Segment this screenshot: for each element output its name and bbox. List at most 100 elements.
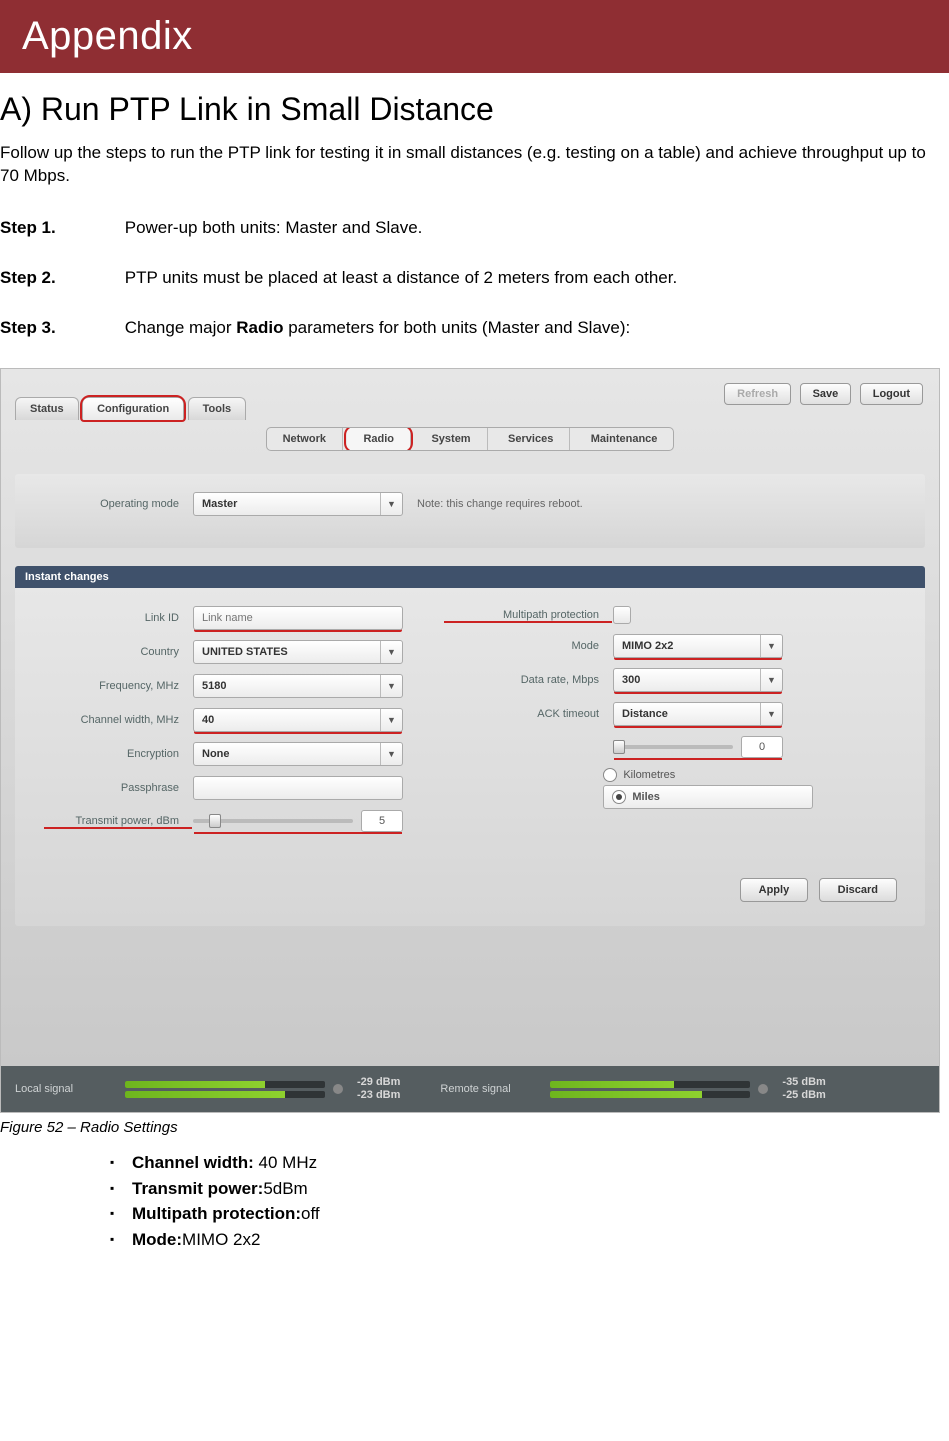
data-rate-label: Data rate, Mbps xyxy=(443,674,613,686)
remote-signal-values: -35 dBm -25 dBm xyxy=(782,1076,825,1102)
remote-signal-b: -25 dBm xyxy=(782,1089,825,1102)
step-1: Step 1. Power-up both units: Master and … xyxy=(0,218,949,238)
data-rate-value: 300 xyxy=(622,674,640,686)
param-multipath: Multipath protection:off xyxy=(110,1201,949,1227)
local-signal-label: Local signal xyxy=(15,1083,125,1095)
frequency-label: Frequency, MHz xyxy=(43,680,193,692)
subtab-network[interactable]: Network xyxy=(267,428,343,450)
remote-signal-label: Remote signal xyxy=(440,1083,550,1095)
units-km-label: Kilometres xyxy=(623,769,675,781)
operating-mode-value: Master xyxy=(202,498,237,510)
tab-tools[interactable]: Tools xyxy=(188,397,247,420)
transmit-power-label: Transmit power, dBm xyxy=(43,815,193,827)
frequency-select[interactable]: 5180▼ xyxy=(193,674,403,698)
local-signal-led xyxy=(333,1084,343,1094)
link-id-label: Link ID xyxy=(43,612,193,624)
operating-mode-note: Note: this change requires reboot. xyxy=(417,498,583,510)
chevron-down-icon: ▼ xyxy=(760,703,782,725)
encryption-select[interactable]: None ▼ xyxy=(193,742,403,766)
step-text-prefix: Change major xyxy=(125,318,237,337)
subtab-maintenance[interactable]: Maintenance xyxy=(575,428,674,450)
step-label: Step 1. xyxy=(0,218,120,238)
data-rate-select[interactable]: 300 ▼ xyxy=(613,668,783,692)
step-label: Step 2. xyxy=(0,268,120,288)
link-id-field[interactable] xyxy=(202,612,394,624)
channel-width-value: 40 xyxy=(202,714,214,726)
step-text: Change major Radio parameters for both u… xyxy=(125,318,925,338)
step-text-bold: Radio xyxy=(236,318,283,337)
mode-select[interactable]: MIMO 2x2 ▼ xyxy=(613,634,783,658)
mode-label: Mode xyxy=(443,640,613,652)
param-mode: Mode:MIMO 2x2 xyxy=(110,1227,949,1253)
appendix-banner: Appendix xyxy=(0,0,949,73)
param-transmit-power: Transmit power:5dBm xyxy=(110,1176,949,1202)
passphrase-label: Passphrase xyxy=(43,782,193,794)
operating-mode-select[interactable]: Master ▼ xyxy=(193,492,403,516)
discard-button[interactable]: Discard xyxy=(819,878,897,902)
instant-changes-header: Instant changes xyxy=(15,566,925,588)
operating-mode-label: Operating mode xyxy=(43,498,193,510)
distance-slider[interactable]: 0 xyxy=(613,736,783,758)
units-miles-radio[interactable]: Miles xyxy=(603,785,813,809)
instant-changes-panel: Instant changes Link ID Country UNITED S… xyxy=(15,566,925,926)
parameter-list: Channel width: 40 MHz Transmit power:5dB… xyxy=(0,1150,949,1252)
step-label: Step 3. xyxy=(0,318,120,338)
ack-timeout-value: Distance xyxy=(622,708,668,720)
mode-value: MIMO 2x2 xyxy=(622,640,673,652)
country-value: UNITED STATES xyxy=(202,646,288,658)
banner-title: Appendix xyxy=(22,14,927,59)
step-text-suffix: parameters for both units (Master and Sl… xyxy=(283,318,630,337)
encryption-label: Encryption xyxy=(43,748,193,760)
remote-signal-led xyxy=(758,1084,768,1094)
frequency-value: 5180 xyxy=(202,680,226,692)
tab-status[interactable]: Status xyxy=(15,397,79,420)
ack-timeout-select[interactable]: Distance ▼ xyxy=(613,702,783,726)
remote-signal-bars xyxy=(550,1077,750,1101)
step-text: PTP units must be placed at least a dist… xyxy=(125,268,925,288)
units-kilometres-radio[interactable]: Kilometres xyxy=(603,768,675,782)
local-signal-b: -23 dBm xyxy=(357,1089,400,1102)
right-column: Multipath protection Mode MIMO 2x2 ▼ Data… xyxy=(443,606,897,842)
multipath-label: Multipath protection xyxy=(443,609,613,621)
top-right-buttons: Refresh Save Logout xyxy=(720,383,923,405)
main-tab-bar: Status Configuration Tools xyxy=(15,397,245,420)
transmit-power-value[interactable]: 5 xyxy=(361,810,403,832)
logout-button[interactable]: Logout xyxy=(860,383,923,405)
multipath-checkbox[interactable] xyxy=(613,606,631,624)
distance-value[interactable]: 0 xyxy=(741,736,783,758)
remote-signal-a: -35 dBm xyxy=(782,1076,825,1089)
subtab-system[interactable]: System xyxy=(415,428,487,450)
local-signal-bars xyxy=(125,1077,325,1101)
save-button[interactable]: Save xyxy=(800,383,852,405)
tab-configuration[interactable]: Configuration xyxy=(82,397,184,420)
operating-mode-panel: Operating mode Master ▼ Note: this chang… xyxy=(15,474,925,548)
action-buttons: Apply Discard xyxy=(15,864,925,926)
country-select[interactable]: UNITED STATES▼ xyxy=(193,640,403,664)
signal-status-bar: Local signal -29 dBm -23 dBm Remote sign… xyxy=(1,1066,939,1112)
ack-timeout-label: ACK timeout xyxy=(443,708,613,720)
transmit-power-slider[interactable]: 5 xyxy=(193,810,403,832)
subtab-services[interactable]: Services xyxy=(492,428,570,450)
chevron-down-icon: ▼ xyxy=(380,709,402,731)
refresh-button[interactable]: Refresh xyxy=(724,383,791,405)
encryption-value: None xyxy=(202,748,230,760)
radio-settings-screenshot: Status Configuration Tools Refresh Save … xyxy=(0,368,940,1113)
chevron-down-icon: ▼ xyxy=(760,635,782,657)
link-id-input[interactable] xyxy=(193,606,403,630)
units-mi-label: Miles xyxy=(632,791,660,803)
subtab-radio[interactable]: Radio xyxy=(347,428,411,450)
step-3: Step 3. Change major Radio parameters fo… xyxy=(0,318,949,338)
step-2: Step 2. PTP units must be placed at leas… xyxy=(0,268,949,288)
passphrase-field[interactable] xyxy=(202,782,394,794)
channel-width-select[interactable]: 40 ▼ xyxy=(193,708,403,732)
chevron-down-icon: ▼ xyxy=(760,669,782,691)
apply-button[interactable]: Apply xyxy=(740,878,809,902)
top-bar: Status Configuration Tools Refresh Save … xyxy=(15,379,925,419)
passphrase-input[interactable] xyxy=(193,776,403,800)
param-channel-width: Channel width: 40 MHz xyxy=(110,1150,949,1176)
step-text: Power-up both units: Master and Slave. xyxy=(125,218,925,238)
sub-tab-bar: Network Radio System Services Maintenanc… xyxy=(15,427,925,456)
local-signal-a: -29 dBm xyxy=(357,1076,400,1089)
chevron-down-icon: ▼ xyxy=(380,743,402,765)
chevron-down-icon: ▼ xyxy=(380,493,402,515)
